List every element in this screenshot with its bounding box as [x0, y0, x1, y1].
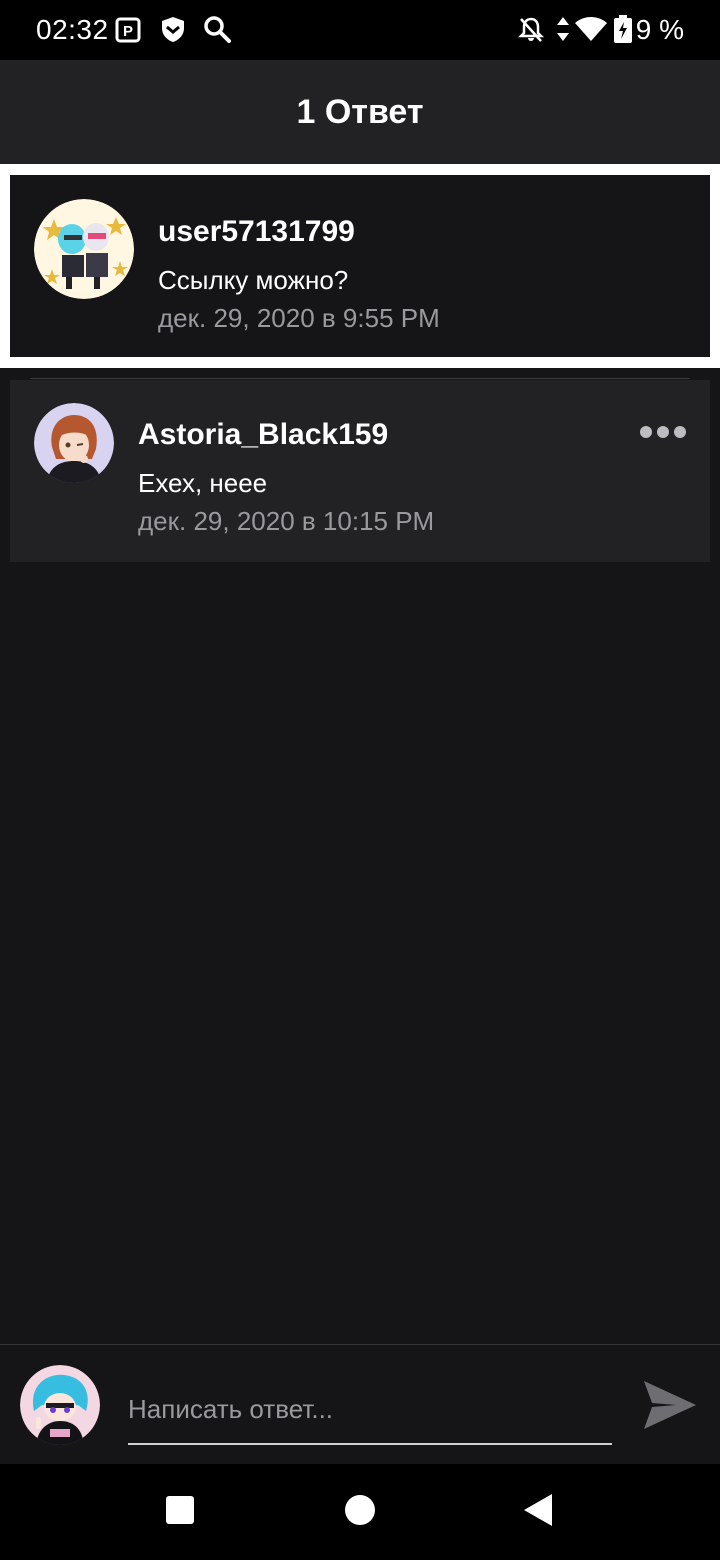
comment-text: Ссылку можно? [158, 265, 349, 295]
compose-bar [0, 1344, 720, 1464]
status-time: 02:32 [36, 14, 109, 45]
home-button[interactable] [342, 1494, 378, 1530]
reply-date: дек. 29, 2020 в 10:15 PM [138, 506, 435, 536]
send-icon [644, 1381, 696, 1429]
avatar[interactable] [34, 403, 114, 483]
back-button[interactable] [520, 1494, 556, 1530]
header: 1 Ответ [0, 60, 720, 164]
data-arrows-icon [552, 14, 574, 44]
comment-date: дек. 29, 2020 в 9:55 PM [158, 303, 440, 333]
reply-text: Ехех, нееe [138, 468, 268, 498]
reply-username[interactable]: Astoria_Black159 [138, 418, 388, 452]
back-triangle-icon [524, 1494, 552, 1526]
parking-icon: P [114, 14, 144, 44]
svg-text:P: P [123, 23, 133, 40]
page-title: 1 Ответ [296, 92, 424, 131]
comment-username[interactable]: user57131799 [158, 215, 355, 249]
battery-percent: 9 % [635, 14, 684, 45]
bell-off-icon [516, 14, 546, 44]
search-icon [202, 14, 232, 44]
divider [30, 378, 690, 379]
shield-icon [158, 14, 188, 44]
more-dot-icon [657, 426, 669, 438]
parent-comment[interactable]: user57131799 Ссылку можно? дек. 29, 2020… [10, 175, 710, 357]
reply-item[interactable]: Astoria_Black159 Ехех, нееe дек. 29, 202… [10, 380, 710, 562]
home-circle-icon [345, 1495, 375, 1525]
more-dot-icon [674, 426, 686, 438]
wifi-icon [574, 14, 608, 44]
reply-input[interactable] [128, 1375, 612, 1445]
send-button[interactable] [642, 1377, 698, 1433]
battery-charging-icon [612, 14, 634, 44]
system-nav-bar [0, 1464, 720, 1560]
more-options-button[interactable] [640, 422, 686, 442]
avatar[interactable] [34, 199, 134, 299]
current-user-avatar[interactable] [20, 1365, 100, 1445]
status-bar: 02:32 P 9 % [0, 0, 720, 60]
recents-square-icon [166, 1496, 194, 1524]
more-dot-icon [640, 426, 652, 438]
recents-button[interactable] [164, 1494, 200, 1530]
